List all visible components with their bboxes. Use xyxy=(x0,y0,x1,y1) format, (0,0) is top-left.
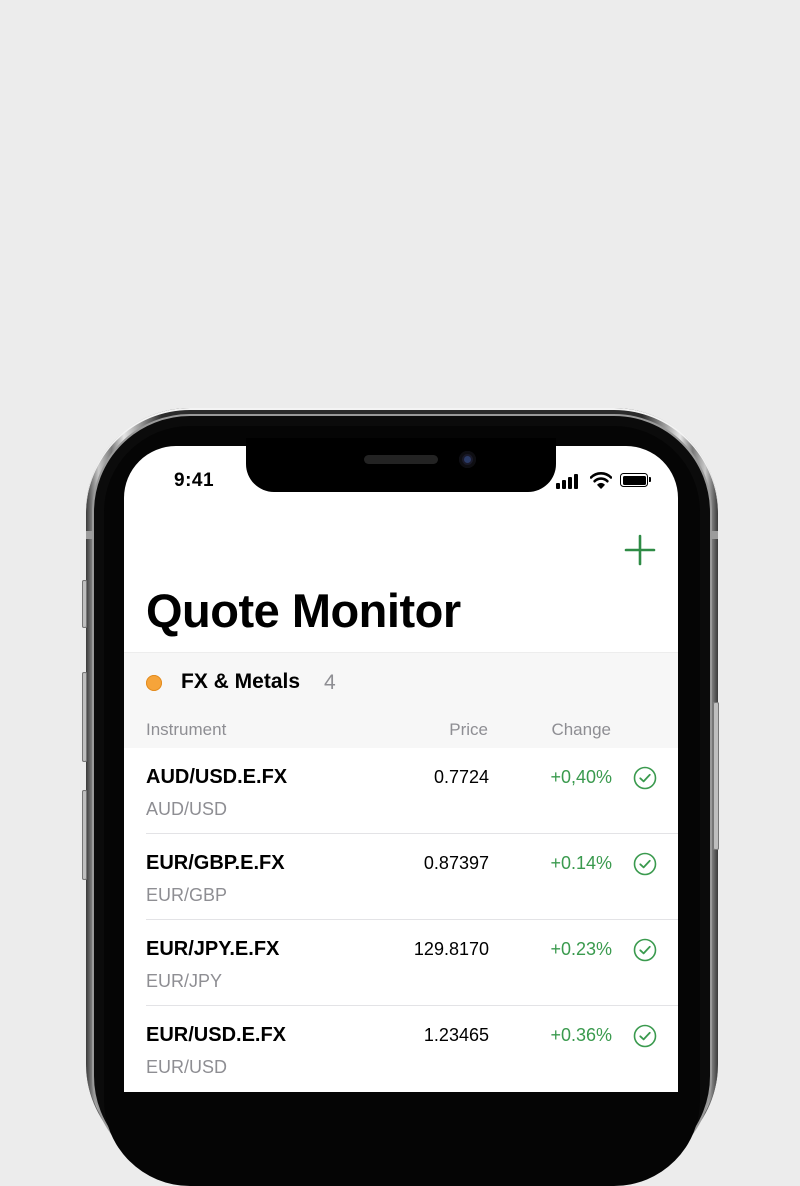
column-header-instrument[interactable]: Instrument xyxy=(146,720,226,740)
quote-change: +0.23% xyxy=(550,939,612,959)
battery-icon xyxy=(620,473,651,487)
check-circle-icon[interactable] xyxy=(633,766,657,790)
antenna-band-right xyxy=(710,531,718,539)
wifi-icon xyxy=(590,472,612,489)
earpiece-speaker xyxy=(364,455,438,464)
quote-price: 0.7724 xyxy=(433,767,489,787)
watchlist-title[interactable]: FX & Metals xyxy=(181,670,300,694)
quote-description: EUR/GBP xyxy=(146,885,228,905)
check-circle-icon[interactable] xyxy=(633,1024,657,1048)
column-header-change[interactable]: Change xyxy=(551,720,611,740)
quote-row-eur-jpy[interactable]: EUR/JPY.E.FX EUR/JPY 129.8170 +0.23% xyxy=(124,920,678,1006)
antenna-band-left xyxy=(86,531,94,539)
quote-price: 1.23465 xyxy=(423,1025,489,1045)
watchlist-count: 4 xyxy=(324,671,336,694)
check-circle-icon[interactable] xyxy=(633,852,657,876)
status-time: 9:41 xyxy=(174,470,215,491)
silent-switch xyxy=(82,580,87,628)
volume-down-button xyxy=(82,790,87,880)
quote-change: +0.36% xyxy=(550,1025,612,1045)
plus-icon[interactable] xyxy=(624,534,656,566)
column-header-price[interactable]: Price xyxy=(449,720,488,740)
quote-change: +0,40% xyxy=(550,767,612,787)
quote-description: EUR/USD xyxy=(146,1057,228,1077)
power-button xyxy=(713,702,719,850)
quote-price: 0.87397 xyxy=(423,853,489,873)
quote-change: +0.14% xyxy=(550,853,612,873)
quote-price: 129.8170 xyxy=(413,939,489,959)
front-camera xyxy=(459,451,476,468)
quote-description: AUD/USD xyxy=(146,799,228,819)
quote-symbol: AUD/USD.E.FX xyxy=(146,766,288,788)
volume-up-button xyxy=(82,672,87,762)
quote-description: EUR/JPY xyxy=(146,971,223,991)
quote-row-eur-usd[interactable]: EUR/USD.E.FX EUR/USD 1.23465 +0.36% xyxy=(124,1006,678,1092)
quote-row-eur-gbp[interactable]: EUR/GBP.E.FX EUR/GBP 0.87397 +0.14% xyxy=(124,834,678,920)
check-circle-icon[interactable] xyxy=(633,938,657,962)
notch xyxy=(246,438,556,492)
quote-row-aud-usd[interactable]: AUD/USD.E.FX AUD/USD 0.7724 +0,40% xyxy=(124,748,678,834)
quote-symbol: EUR/JPY.E.FX xyxy=(146,938,280,960)
quote-symbol: EUR/USD.E.FX xyxy=(146,1024,287,1046)
quote-symbol: EUR/GBP.E.FX xyxy=(146,852,285,874)
cellular-signal-icon xyxy=(556,473,582,489)
page-title: Quote Monitor xyxy=(146,584,461,637)
watchlist-color-dot-icon xyxy=(146,675,162,691)
